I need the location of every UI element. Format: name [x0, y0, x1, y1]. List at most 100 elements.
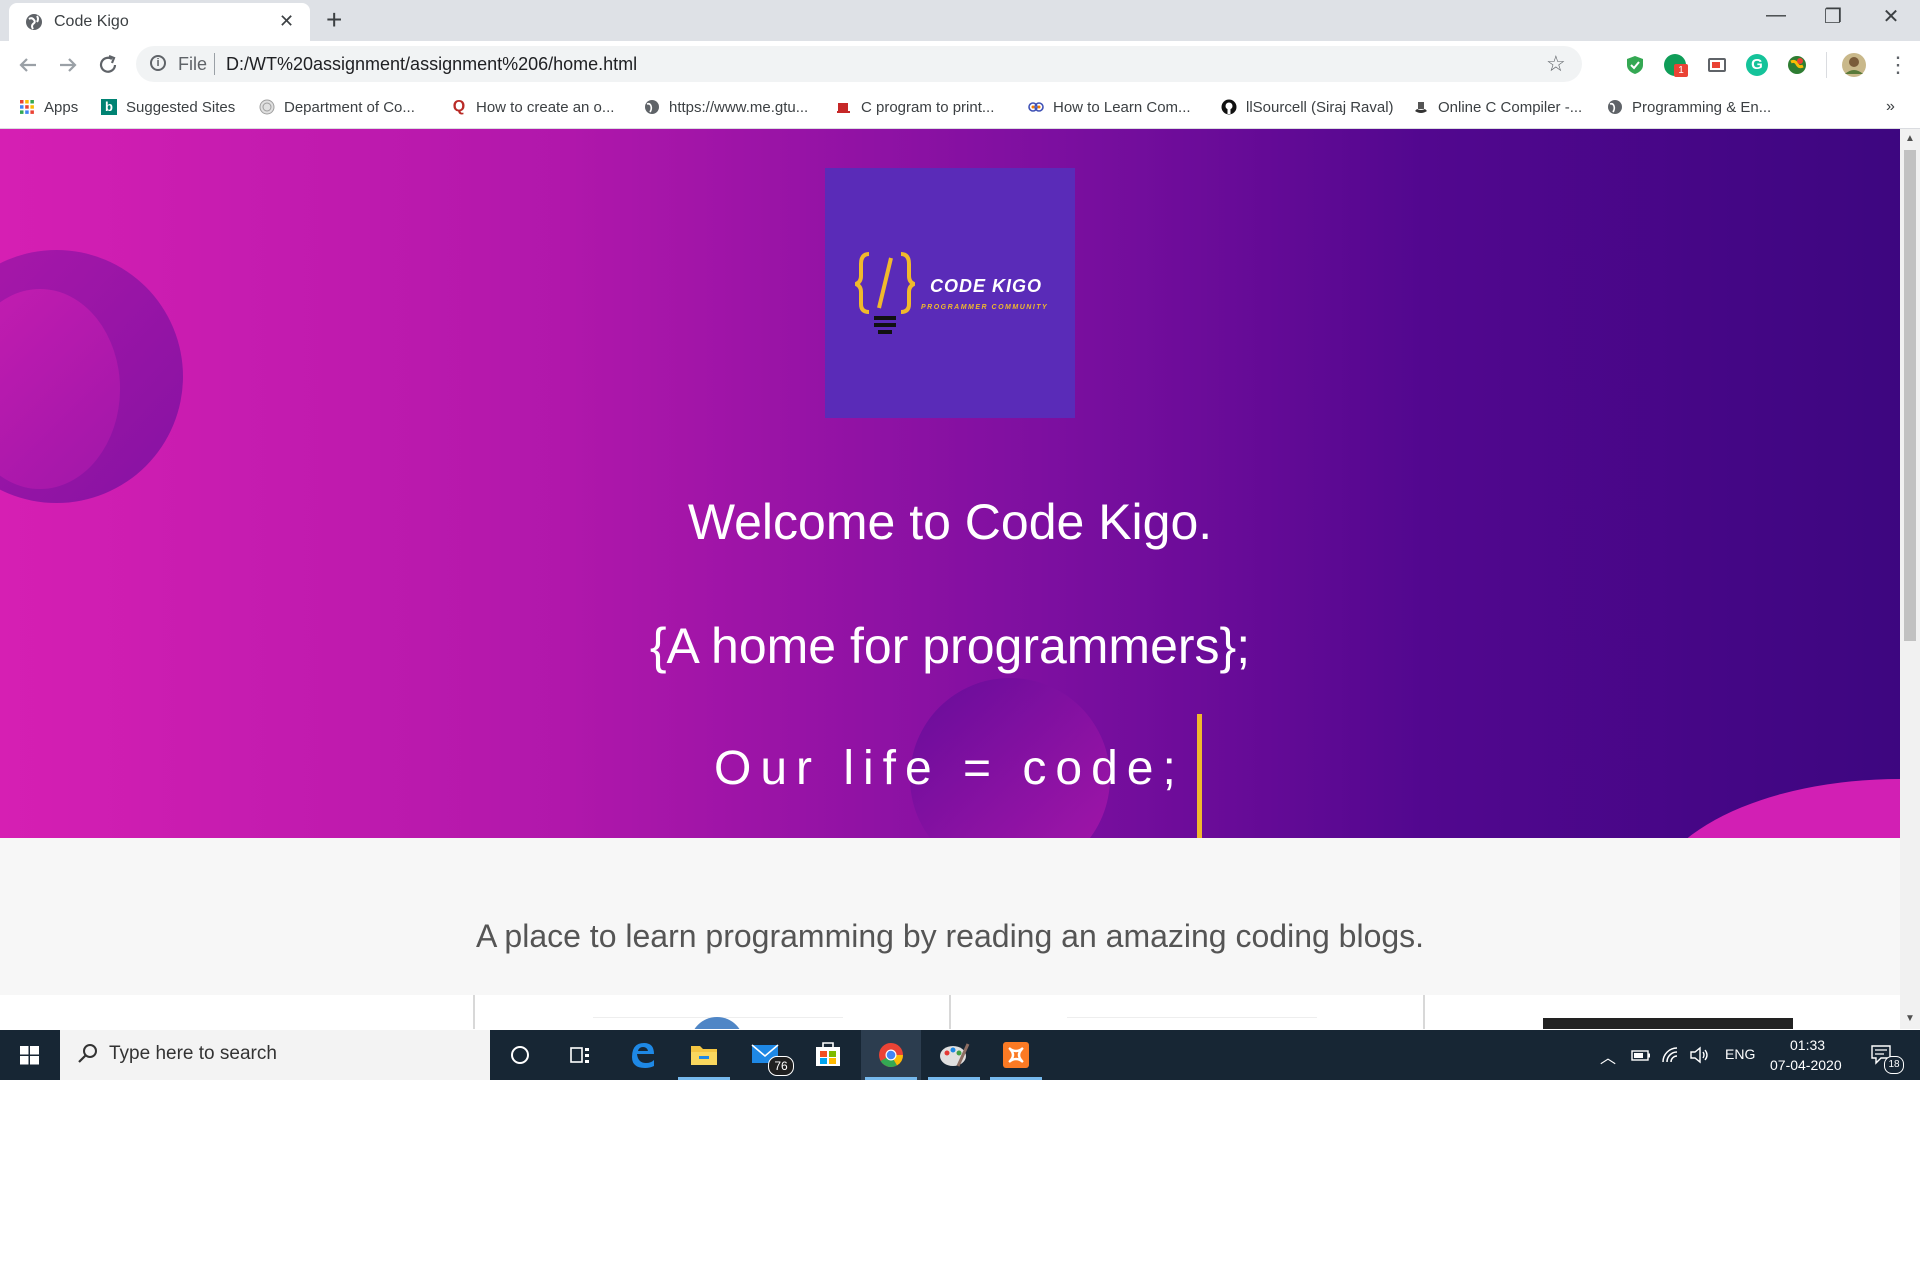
site-logo[interactable]: CODE KIGO PROGRAMMER COMMUNITY	[825, 168, 1075, 418]
running-indicator	[990, 1077, 1042, 1080]
card-divider	[1423, 995, 1425, 1029]
xampp-app-icon[interactable]	[986, 1030, 1046, 1080]
bookmark-programming[interactable]: Programming & En...	[1607, 96, 1771, 118]
seal-icon	[259, 99, 275, 115]
owl-icon	[1028, 102, 1044, 112]
blog-card-thumbnail[interactable]	[1067, 1017, 1317, 1029]
tab-manager-extension-icon[interactable]: 1	[1664, 54, 1688, 77]
shield-extension-icon[interactable]	[1624, 54, 1646, 76]
scroll-up-arrow-icon[interactable]: ▲	[1904, 133, 1916, 144]
running-indicator	[928, 1077, 980, 1080]
new-tab-button[interactable]: +	[326, 6, 342, 34]
address-bar[interactable]: i File D:/WT%20assignment/assignment%206…	[136, 46, 1582, 82]
cup-icon	[837, 103, 850, 113]
store-icon[interactable]	[798, 1030, 858, 1080]
chrome-icon	[879, 1043, 903, 1068]
bookmarks-overflow-button[interactable]: »	[1886, 96, 1895, 118]
minimize-button[interactable]: —	[1756, 4, 1796, 27]
close-window-button[interactable]: ✕	[1871, 4, 1911, 29]
xampp-icon	[1003, 1042, 1029, 1068]
chrome-app-icon[interactable]	[861, 1030, 921, 1080]
bookmark-quora[interactable]: Q How to create an o...	[451, 96, 615, 118]
lightbulb-code-icon	[855, 252, 915, 334]
bookmark-label: C program to print...	[861, 98, 995, 116]
browser-toolbar: i File D:/WT%20assignment/assignment%206…	[0, 41, 1920, 87]
bookmark-label: Programming & En...	[1632, 98, 1772, 116]
bookmark-c-program[interactable]: C program to print...	[836, 96, 994, 118]
file-explorer-icon[interactable]	[674, 1030, 734, 1080]
volume-icon[interactable]	[1688, 1044, 1710, 1066]
hero-typed-text: Our life = code;	[714, 742, 1185, 795]
bookmark-github[interactable]: llSourcell (Siraj Raval)	[1221, 96, 1394, 118]
reload-icon[interactable]	[94, 51, 122, 79]
tab-strip: Code Kigo ✕ + — ❐ ✕	[0, 0, 1920, 41]
forward-arrow-icon[interactable]	[54, 51, 82, 79]
bookmark-label: llSourcell (Siraj Raval)	[1246, 98, 1394, 116]
url-separator	[214, 53, 215, 75]
typing-cursor	[1197, 714, 1202, 838]
cortana-icon[interactable]	[490, 1030, 550, 1080]
cast-extension-icon[interactable]	[1706, 54, 1728, 76]
edge-browser-icon[interactable]	[612, 1030, 672, 1080]
taskbar-search-box[interactable]: Type here to search	[60, 1030, 490, 1080]
hero-subtitle: {A home for programmers};	[649, 618, 1251, 674]
running-indicator	[678, 1077, 730, 1080]
page-scrollbar[interactable]: ▲ ▼	[1900, 129, 1920, 1029]
bookmark-department[interactable]: Department of Co...	[259, 96, 415, 118]
close-tab-icon[interactable]: ✕	[279, 11, 294, 31]
url-scheme-label: File	[178, 54, 208, 74]
logo-subtitle: PROGRAMMER COMMUNITY	[921, 304, 1049, 311]
web-page: CODE KIGO PROGRAMMER COMMUNITY Welcome t…	[0, 129, 1900, 1029]
paint-app-icon[interactable]	[924, 1030, 984, 1080]
menu-kebab-icon[interactable]: ⋮	[1887, 51, 1909, 79]
card-divider	[949, 995, 951, 1029]
url-text[interactable]: D:/WT%20assignment/assignment%206/home.h…	[226, 54, 637, 75]
toolbar-divider	[1826, 52, 1827, 78]
grammarly-extension-icon[interactable]: G	[1746, 54, 1768, 76]
windows-taskbar: Type here to search 76 ︿ ENG 01:33 07-04…	[0, 1030, 1920, 1080]
wifi-icon[interactable]	[1660, 1044, 1682, 1066]
folder-icon	[691, 1046, 717, 1065]
mail-app-icon[interactable]: 76	[736, 1030, 796, 1080]
tab-code-kigo[interactable]: Code Kigo ✕	[9, 3, 310, 41]
blog-card-thumbnail[interactable]	[1543, 1018, 1793, 1029]
bookmark-gtu[interactable]: https://www.me.gtu...	[644, 96, 808, 118]
notification-count: 18	[1884, 1056, 1904, 1074]
profile-avatar-icon[interactable]	[1841, 52, 1867, 78]
restore-button[interactable]: ❐	[1813, 4, 1853, 29]
show-hidden-icons-chevron-icon[interactable]: ︿	[1600, 1044, 1616, 1080]
search-placeholder: Type here to search	[109, 1043, 277, 1064]
bookmark-online-compiler[interactable]: Online C Compiler -...	[1413, 96, 1582, 118]
bookmark-star-icon[interactable]: ☆	[1546, 51, 1566, 77]
input-language[interactable]: ENG	[1725, 1046, 1755, 1080]
globe-extension-icon[interactable]	[1786, 54, 1808, 76]
scroll-thumb[interactable]	[1904, 150, 1916, 641]
task-view-icon[interactable]	[550, 1030, 610, 1080]
apps-grid-icon	[20, 100, 34, 114]
quora-icon: Q	[452, 98, 466, 115]
extension-badge: 1	[1674, 64, 1688, 77]
bookmark-label: Online C Compiler -...	[1438, 98, 1583, 116]
search-icon	[78, 1044, 97, 1063]
bookmark-label: Department of Co...	[284, 98, 415, 116]
palette-icon	[940, 1043, 970, 1067]
bookmark-apps[interactable]: Apps	[19, 96, 78, 118]
logo-name: CODE KIGO	[930, 276, 1043, 296]
github-icon	[1221, 99, 1237, 115]
card-divider	[473, 995, 475, 1029]
globe-icon	[645, 100, 659, 114]
windows-start-icon[interactable]	[0, 1030, 60, 1080]
info-icon[interactable]: i	[150, 55, 166, 71]
bookmark-suggested-sites[interactable]: b Suggested Sites	[101, 96, 235, 118]
scroll-down-arrow-icon[interactable]: ▼	[1904, 1013, 1916, 1024]
globe-icon	[26, 14, 42, 30]
hero-title: Welcome to Code Kigo.	[687, 494, 1213, 550]
battery-icon[interactable]	[1630, 1045, 1652, 1065]
clock-date[interactable]: 07-04-2020	[1770, 1057, 1842, 1080]
action-center-icon[interactable]: 18	[1864, 1030, 1920, 1080]
bing-icon: b	[101, 99, 117, 115]
mail-badge: 76	[768, 1056, 794, 1076]
bookmark-learn-com[interactable]: How to Learn Com...	[1028, 96, 1191, 118]
back-arrow-icon[interactable]	[14, 51, 42, 79]
bookmark-label: Suggested Sites	[126, 98, 236, 116]
